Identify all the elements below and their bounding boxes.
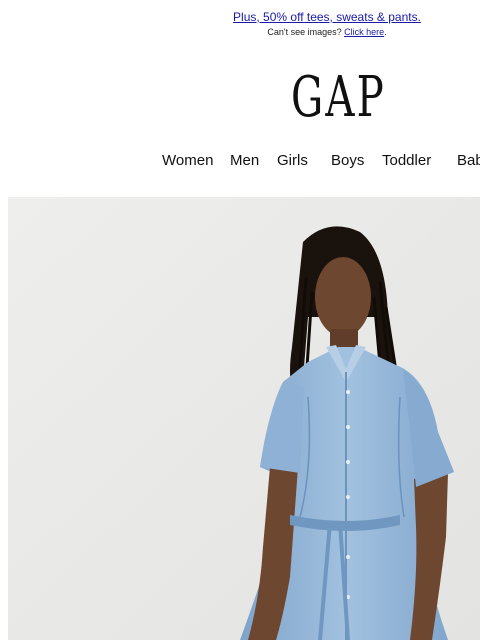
click-here-link[interactable]: Click here (344, 27, 384, 37)
cant-see-images-line: Can't see images? Click here. (175, 27, 479, 37)
nav-item-baby[interactable]: Baby (457, 152, 480, 169)
nav-item-men[interactable]: Men (230, 152, 259, 169)
nav-item-women[interactable]: Women (162, 152, 213, 169)
nav-item-boys[interactable]: Boys (331, 152, 364, 169)
hero-illustration (8, 197, 480, 640)
face (315, 257, 371, 337)
nav-item-girls[interactable]: Girls (277, 152, 308, 169)
promo-link[interactable]: Plus, 50% off tees, sweats & pants. (175, 10, 479, 24)
cant-see-images-text: Can't see images? (267, 27, 342, 37)
hero-image[interactable] (8, 197, 480, 640)
category-nav: Women Men Girls Boys Toddler Baby (0, 152, 480, 174)
period: . (384, 27, 387, 37)
gap-logo[interactable]: GAP (291, 68, 384, 128)
nav-item-toddler[interactable]: Toddler (382, 152, 431, 169)
